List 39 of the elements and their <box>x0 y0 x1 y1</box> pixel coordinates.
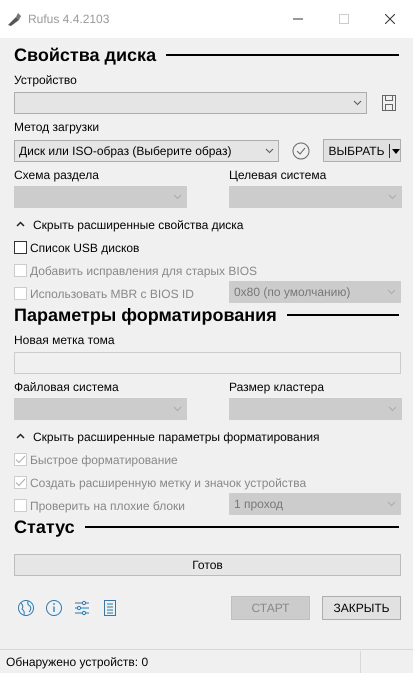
field-label: Новая метка тома <box>14 333 115 348</box>
checkmark-circle-icon <box>292 142 310 160</box>
chevron-icon <box>387 501 396 507</box>
status-text: Обнаружено устройств: 0 <box>6 654 148 670</box>
dropdown-arrow-icon <box>389 144 400 158</box>
chevron-icon <box>173 406 182 412</box>
field-label: Метод загрузки <box>14 120 100 135</box>
save-icon[interactable] <box>382 95 396 111</box>
button[interactable]: ЗАКРЫТЬ <box>322 596 401 620</box>
chevron-icon <box>388 406 397 412</box>
info-icon[interactable] <box>45 599 63 617</box>
field-label: Целевая система <box>229 168 328 183</box>
chevron-icon <box>353 100 362 106</box>
expand-toggle[interactable]: Скрыть расширенные свойства диска <box>14 217 401 232</box>
chevron-icon <box>388 194 397 200</box>
field-label: Размер кластера <box>229 380 326 395</box>
split-button[interactable]: ВЫБРАТЬ <box>323 139 401 162</box>
chevron-up-icon <box>16 433 25 440</box>
sliders-icon[interactable] <box>73 599 91 617</box>
field-label: Устройство <box>14 73 77 88</box>
section-heading: Свойства диска <box>14 44 156 67</box>
chevron-icon <box>173 194 182 200</box>
log-icon[interactable] <box>101 599 119 617</box>
window-title: Rufus 4.4.2103 <box>28 11 110 28</box>
field-label: Файловая система <box>14 380 120 395</box>
close-icon[interactable] <box>385 14 395 24</box>
globe-icon[interactable] <box>17 599 35 617</box>
chevron-up-icon <box>16 221 25 228</box>
dropdown[interactable]: Диск или ISO-образ (Выберите образ) <box>14 140 279 162</box>
checkmark-icon <box>15 455 26 464</box>
usb-drive-icon <box>6 11 22 27</box>
checkmark-icon <box>15 478 26 487</box>
chevron-icon <box>265 148 274 154</box>
field-label: Схема раздела <box>14 168 100 183</box>
section-heading: Статус <box>14 516 75 539</box>
checkbox[interactable]: Список USB дисков <box>14 238 229 256</box>
chevron-icon <box>387 289 396 295</box>
section-heading: Параметры форматирования <box>14 304 277 327</box>
expand-toggle[interactable]: Скрыть расширенные параметры форматирования <box>14 429 401 444</box>
